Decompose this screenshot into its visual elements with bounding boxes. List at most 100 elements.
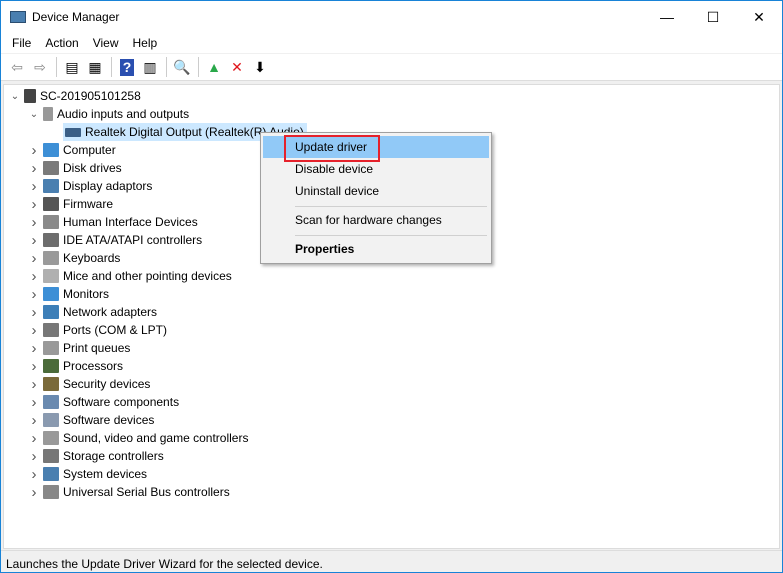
tree-item-software-devices[interactable]: › Software devices bbox=[27, 411, 155, 429]
tree-root[interactable]: ⌄ SC-201905101258 bbox=[8, 87, 141, 105]
tree-item-software-components[interactable]: › Software components bbox=[27, 393, 180, 411]
category-label: Keyboards bbox=[63, 251, 121, 265]
tree-item-firmware[interactable]: › Firmware bbox=[27, 195, 114, 213]
category-label: Software devices bbox=[63, 413, 155, 427]
tree-item-processors[interactable]: › Processors bbox=[27, 357, 124, 375]
tree-item-disk-drives[interactable]: › Disk drives bbox=[27, 159, 122, 177]
tree-item-print-queues[interactable]: › Print queues bbox=[27, 339, 131, 357]
menu-action[interactable]: Action bbox=[38, 33, 85, 53]
tree-item-human-interface-devices[interactable]: › Human Interface Devices bbox=[27, 213, 198, 231]
network-adapters-icon bbox=[43, 305, 59, 319]
universal-serial-bus-controllers-icon bbox=[43, 485, 59, 499]
back-arrow-button[interactable]: ⇦ bbox=[6, 56, 28, 78]
menu-item-properties[interactable]: Properties bbox=[263, 238, 489, 260]
tree-item-sound-video-and-game-controllers[interactable]: › Sound, video and game controllers bbox=[27, 429, 249, 447]
menu-item-scan-hardware[interactable]: Scan for hardware changes bbox=[263, 209, 489, 231]
menu-file[interactable]: File bbox=[5, 33, 38, 53]
ide-ata-atapi-controllers-icon bbox=[43, 233, 59, 247]
chevron-right-icon[interactable]: › bbox=[27, 142, 41, 159]
menu-help[interactable]: Help bbox=[126, 33, 165, 53]
scan-hardware-button[interactable]: 🔍 bbox=[171, 56, 193, 78]
forward-arrow-icon: ⇨ bbox=[34, 58, 46, 75]
chevron-right-icon[interactable]: › bbox=[27, 304, 41, 321]
uninstall-button[interactable]: ✕ bbox=[226, 56, 248, 78]
menu-item-uninstall-device[interactable]: Uninstall device bbox=[263, 180, 489, 202]
chevron-down-icon[interactable]: ⌄ bbox=[27, 109, 41, 120]
chevron-right-icon[interactable]: › bbox=[27, 214, 41, 231]
minimize-button[interactable]: — bbox=[644, 1, 690, 33]
tree-item-storage-controllers[interactable]: › Storage controllers bbox=[27, 447, 164, 465]
help-icon: ? bbox=[120, 58, 134, 76]
category-label: Ports (COM & LPT) bbox=[63, 323, 168, 337]
properties-button[interactable]: ▦ bbox=[84, 56, 106, 78]
chevron-right-icon[interactable]: › bbox=[27, 412, 41, 429]
chevron-right-icon[interactable]: › bbox=[27, 286, 41, 303]
audio-label: Audio inputs and outputs bbox=[57, 107, 190, 121]
toolbar-separator bbox=[166, 57, 167, 77]
mice-and-other-pointing-devices-icon bbox=[43, 269, 59, 283]
category-label: IDE ATA/ATAPI controllers bbox=[63, 233, 203, 247]
tree-item-display-adaptors[interactable]: › Display adaptors bbox=[27, 177, 153, 195]
back-arrow-icon: ⇦ bbox=[11, 58, 23, 75]
tree-item-system-devices[interactable]: › System devices bbox=[27, 465, 148, 483]
menu-separator bbox=[295, 206, 487, 207]
category-label: Human Interface Devices bbox=[63, 215, 198, 229]
category-label: Monitors bbox=[63, 287, 110, 301]
system-devices-icon bbox=[43, 467, 59, 481]
category-label: System devices bbox=[63, 467, 148, 481]
tree-item-monitors[interactable]: › Monitors bbox=[27, 285, 110, 303]
chevron-right-icon[interactable]: › bbox=[27, 484, 41, 501]
chevron-right-icon[interactable]: › bbox=[27, 160, 41, 177]
menu-view[interactable]: View bbox=[86, 33, 126, 53]
chevron-right-icon[interactable]: › bbox=[27, 322, 41, 339]
category-label: Security devices bbox=[63, 377, 151, 391]
window-title: Device Manager bbox=[32, 10, 120, 24]
chevron-down-icon[interactable]: ⌄ bbox=[8, 91, 22, 102]
chevron-right-icon[interactable]: › bbox=[27, 268, 41, 285]
chevron-right-icon[interactable]: › bbox=[27, 340, 41, 357]
computer-icon bbox=[43, 143, 59, 157]
properties-label: Properties bbox=[295, 242, 355, 256]
tree-item-computer[interactable]: › Computer bbox=[27, 141, 116, 159]
chevron-right-icon[interactable]: › bbox=[27, 448, 41, 465]
maximize-button[interactable]: ☐ bbox=[690, 1, 736, 33]
chevron-right-icon[interactable]: › bbox=[27, 250, 41, 267]
tree-item-mice-and-other-pointing-devices[interactable]: › Mice and other pointing devices bbox=[27, 267, 232, 285]
tree-item-security-devices[interactable]: › Security devices bbox=[27, 375, 151, 393]
human-interface-devices-icon bbox=[43, 215, 59, 229]
update-driver-button[interactable]: ▲ bbox=[203, 56, 225, 78]
category-label: Computer bbox=[63, 143, 116, 157]
tree-item-keyboards[interactable]: › Keyboards bbox=[27, 249, 121, 267]
tree-item-ports-com-lpt[interactable]: › Ports (COM & LPT) bbox=[27, 321, 168, 339]
properties-icon: ▦ bbox=[88, 58, 102, 75]
category-label: Print queues bbox=[63, 341, 131, 355]
chevron-right-icon[interactable]: › bbox=[27, 376, 41, 393]
forward-arrow-button[interactable]: ⇨ bbox=[29, 56, 51, 78]
help-button[interactable]: ? bbox=[116, 56, 138, 78]
category-label: Processors bbox=[63, 359, 124, 373]
chevron-right-icon[interactable]: › bbox=[27, 394, 41, 411]
category-label: Network adapters bbox=[63, 305, 158, 319]
display-adaptors-icon bbox=[43, 179, 59, 193]
chevron-right-icon[interactable]: › bbox=[27, 196, 41, 213]
chevron-right-icon[interactable]: › bbox=[27, 178, 41, 195]
root-label: SC-201905101258 bbox=[40, 89, 141, 103]
chevron-right-icon[interactable]: › bbox=[27, 430, 41, 447]
tree-item-network-adapters[interactable]: › Network adapters bbox=[27, 303, 158, 321]
tree-item-audio[interactable]: ⌄ Audio inputs and outputs bbox=[27, 105, 189, 123]
tree-item-ide-ata-atapi-controllers[interactable]: › IDE ATA/ATAPI controllers bbox=[27, 231, 203, 249]
software-devices-icon bbox=[43, 413, 59, 427]
chevron-right-icon[interactable]: › bbox=[27, 466, 41, 483]
chevron-right-icon[interactable]: › bbox=[27, 358, 41, 375]
security-devices-icon bbox=[43, 377, 59, 391]
close-button[interactable]: ✕ bbox=[736, 1, 782, 33]
disable-device-icon: ⬇ bbox=[254, 58, 266, 75]
category-label: Sound, video and game controllers bbox=[63, 431, 249, 445]
disable-device-button[interactable]: ⬇ bbox=[249, 56, 271, 78]
chevron-right-icon[interactable]: › bbox=[27, 232, 41, 249]
show-hide-console-tree-button[interactable]: ▤ bbox=[61, 56, 83, 78]
menu-item-disable-device[interactable]: Disable device bbox=[263, 158, 489, 180]
print-queues-icon bbox=[43, 341, 59, 355]
action-pane-button[interactable]: ▥ bbox=[139, 56, 161, 78]
tree-item-universal-serial-bus-controllers[interactable]: › Universal Serial Bus controllers bbox=[27, 483, 230, 501]
